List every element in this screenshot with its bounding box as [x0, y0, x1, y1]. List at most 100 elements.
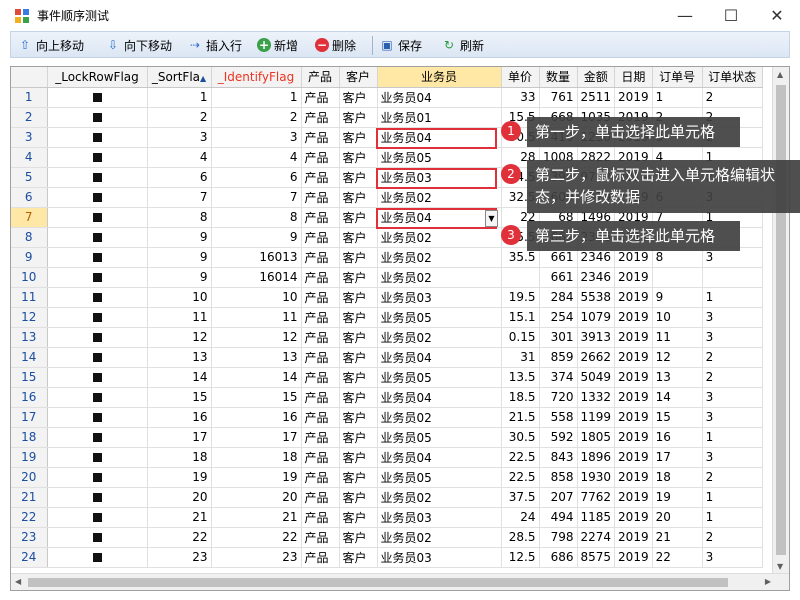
grid-cell[interactable]: 2 [702, 367, 763, 388]
checkbox-checked-icon[interactable] [92, 433, 102, 442]
maximize-button[interactable]: ☐ [708, 0, 754, 31]
grid-cell[interactable]: 7 [211, 187, 302, 208]
grid-cell[interactable]: 客户 [339, 167, 378, 188]
column-header[interactable]: 业务员 [377, 67, 502, 88]
grid-cell[interactable]: 2274 [577, 527, 616, 548]
lock-flag-checkbox-cell[interactable] [47, 367, 148, 388]
grid-cell[interactable]: 产品 [301, 527, 340, 548]
checkbox-checked-icon[interactable] [92, 373, 102, 382]
column-header[interactable]: 日期 [614, 67, 653, 88]
row-header[interactable]: 12 [11, 307, 48, 328]
grid-cell[interactable]: 11 [147, 307, 212, 328]
grid-cell[interactable]: 19 [211, 467, 302, 488]
grid-cell[interactable] [652, 267, 703, 288]
row-header[interactable]: 17 [11, 407, 48, 428]
lock-flag-checkbox-cell[interactable] [47, 347, 148, 368]
vertical-scrollbar[interactable]: ▲ ▼ [772, 67, 789, 574]
grid-cell[interactable]: 2019 [614, 447, 653, 468]
grid-cell[interactable]: 2019 [614, 307, 653, 328]
checkbox-checked-icon[interactable] [92, 233, 102, 242]
grid-cell[interactable]: 1 [702, 427, 763, 448]
grid-cell[interactable]: 1 [211, 87, 302, 108]
checkbox-checked-icon[interactable] [92, 253, 102, 262]
grid-cell[interactable]: 12 [652, 347, 703, 368]
grid-cell[interactable]: 客户 [339, 427, 378, 448]
grid-cell[interactable]: 21 [211, 507, 302, 528]
grid-cell[interactable]: 1 [652, 87, 703, 108]
grid-cell[interactable]: 产品 [301, 547, 340, 568]
grid-cell[interactable]: 业务员03 [377, 507, 502, 528]
row-header[interactable]: 8 [11, 227, 48, 248]
grid-cell[interactable]: 2019 [614, 87, 653, 108]
grid-cell[interactable]: 9 [147, 267, 212, 288]
grid-cell[interactable]: 13 [211, 347, 302, 368]
column-header[interactable]: _IdentifyFlag [211, 67, 302, 88]
grid-cell[interactable]: 2346 [577, 267, 616, 288]
row-header[interactable]: 4 [11, 147, 48, 168]
grid-cell[interactable]: 1 [702, 507, 763, 528]
row-header[interactable]: 15 [11, 367, 48, 388]
grid-cell[interactable]: 15 [652, 407, 703, 428]
lock-flag-checkbox-cell[interactable] [47, 527, 148, 548]
grid-cell[interactable]: 产品 [301, 107, 340, 128]
move-down-button[interactable]: ⇩ 向下移动 [105, 35, 172, 55]
lock-flag-checkbox-cell[interactable] [47, 187, 148, 208]
grid-cell[interactable]: 产品 [301, 467, 340, 488]
grid-cell[interactable]: 20 [211, 487, 302, 508]
grid-cell[interactable]: 3 [702, 387, 763, 408]
checkbox-checked-icon[interactable] [92, 193, 102, 202]
grid-cell[interactable]: 14 [211, 367, 302, 388]
lock-flag-checkbox-cell[interactable] [47, 467, 148, 488]
checkbox-checked-icon[interactable] [92, 273, 102, 282]
row-header[interactable]: 22 [11, 507, 48, 528]
grid-cell[interactable]: 客户 [339, 107, 378, 128]
grid-cell[interactable]: 9 [147, 227, 212, 248]
checkbox-checked-icon[interactable] [92, 473, 102, 482]
grid-cell[interactable]: 33 [501, 87, 540, 108]
lock-flag-checkbox-cell[interactable] [47, 447, 148, 468]
grid-cell[interactable]: 11 [211, 307, 302, 328]
grid-cell[interactable]: 18 [211, 447, 302, 468]
grid-cell[interactable]: 客户 [339, 247, 378, 268]
grid-cell[interactable]: 6 [147, 167, 212, 188]
grid-cell[interactable]: 13 [652, 367, 703, 388]
grid-cell[interactable]: 产品 [301, 247, 340, 268]
grid-cell[interactable]: 产品 [301, 347, 340, 368]
grid-cell[interactable]: 客户 [339, 347, 378, 368]
lock-flag-checkbox-cell[interactable] [47, 507, 148, 528]
grid-cell[interactable]: 业务员02 [377, 487, 502, 508]
grid-cell[interactable]: 2 [702, 87, 763, 108]
lock-flag-checkbox-cell[interactable] [47, 427, 148, 448]
grid-cell[interactable]: 2019 [614, 487, 653, 508]
lock-flag-checkbox-cell[interactable] [47, 387, 148, 408]
grid-cell[interactable]: 3 [147, 127, 212, 148]
lock-flag-checkbox-cell[interactable] [47, 207, 148, 228]
grid-cell[interactable]: 720 [539, 387, 578, 408]
column-header[interactable]: 数量 [539, 67, 578, 88]
grid-cell[interactable]: 9 [211, 227, 302, 248]
grid-cell[interactable]: 2019 [614, 327, 653, 348]
grid-cell[interactable]: 1 [147, 87, 212, 108]
checkbox-checked-icon[interactable] [92, 113, 102, 122]
table-row[interactable]: 17 16 16 产品 客户 业务员02 21.5 558 1199 2019 15 3 [11, 407, 763, 428]
grid-cell[interactable]: 业务员01 [377, 107, 502, 128]
column-header[interactable]: 订单状态 [702, 67, 763, 88]
grid-cell[interactable]: 3 [702, 327, 763, 348]
grid-cell[interactable]: 2019 [614, 427, 653, 448]
grid-cell[interactable]: 产品 [301, 207, 340, 228]
grid-cell[interactable]: 产品 [301, 447, 340, 468]
add-button[interactable]: + 新增 [257, 35, 298, 55]
grid-cell[interactable]: 6 [211, 167, 302, 188]
checkbox-checked-icon[interactable] [92, 353, 102, 362]
table-row[interactable]: 13 12 12 产品 客户 业务员02 0.15 301 3913 2019 11 3 [11, 327, 763, 348]
grid-cell[interactable]: 2 [147, 107, 212, 128]
grid-cell[interactable]: 11 [652, 327, 703, 348]
grid-cell[interactable]: 22.5 [501, 447, 540, 468]
grid-cell[interactable]: 13 [147, 347, 212, 368]
table-row[interactable]: 19 18 18 产品 客户 业务员04 22.5 843 1896 2019 17 3 [11, 447, 763, 468]
grid-cell[interactable]: 业务员03 [377, 287, 502, 308]
grid-cell[interactable]: 17 [147, 427, 212, 448]
grid-cell[interactable]: 22.5 [501, 467, 540, 488]
table-row[interactable]: 15 14 14 产品 客户 业务员05 13.5 374 5049 2019 13 2 [11, 367, 763, 388]
grid-cell[interactable]: 8 [211, 207, 302, 228]
